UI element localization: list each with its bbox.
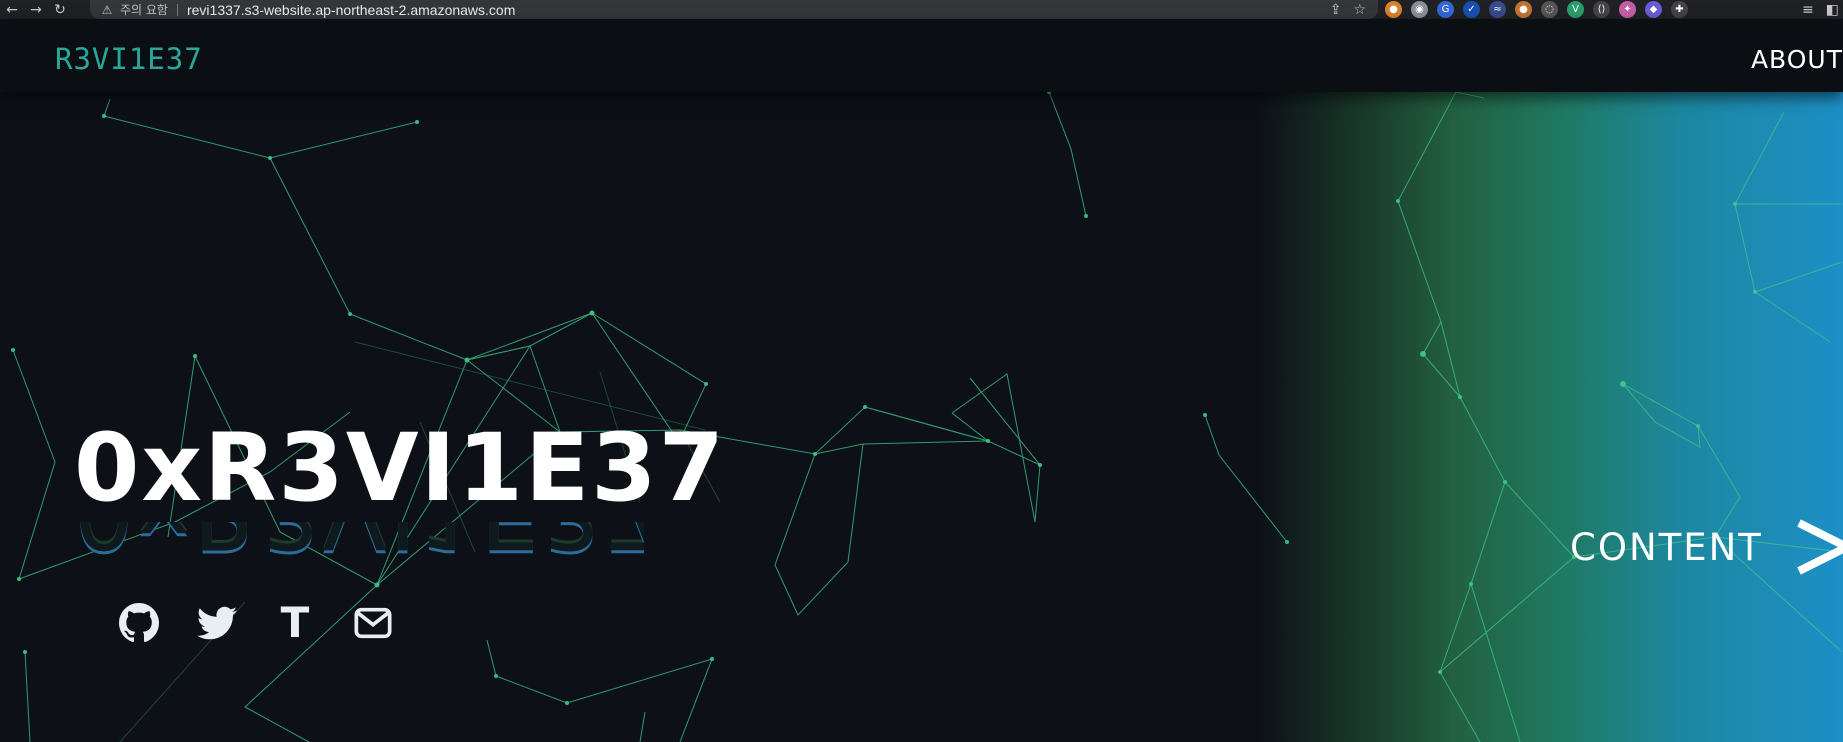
warning-icon[interactable]: ⚠ <box>100 3 114 17</box>
social-links: T <box>118 602 394 644</box>
github-icon[interactable] <box>118 602 160 644</box>
cookie-icon[interactable]: ● <box>1385 1 1402 18</box>
twitter-icon[interactable] <box>196 602 238 644</box>
chevron-right-icon <box>1797 519 1843 575</box>
mask-icon[interactable]: ◆ <box>1645 1 1662 18</box>
extensions-row: ● ◉ G ✓ ≈ ● ◌ V ⟨⟩ ✦ ◆ ✚ <box>1385 0 1688 19</box>
side-panel-icon[interactable]: ◧ <box>1826 2 1839 18</box>
hero-title: 0xR3VI1E37 <box>74 414 726 523</box>
wave-icon[interactable]: ≈ <box>1489 1 1506 18</box>
browser-toolbar: ← → ↻ ⚠ 주의 요함 revi1337.s3-website.ap-nor… <box>0 0 1843 19</box>
vue-icon[interactable]: V <box>1567 1 1584 18</box>
check-icon[interactable]: ✓ <box>1463 1 1480 18</box>
ninja-icon[interactable]: ◉ <box>1411 1 1428 18</box>
address-bar[interactable]: ⚠ 주의 요함 revi1337.s3-website.ap-northeast… <box>90 0 1378 19</box>
media-queue-icon[interactable]: ≡ <box>1802 2 1814 18</box>
puzzle-icon[interactable]: ✚ <box>1671 1 1688 18</box>
site-logo[interactable]: R3VI1E37 <box>55 42 203 76</box>
security-label[interactable]: 주의 요함 <box>120 1 168 18</box>
hero-title-reflection: 0xR3VI1E37 <box>74 522 644 558</box>
omnibox-divider <box>176 3 178 16</box>
content-label: CONTENT <box>1570 525 1763 569</box>
rainbow-icon[interactable]: ✦ <box>1619 1 1636 18</box>
content-link[interactable]: CONTENT <box>1570 517 1843 577</box>
bracket-icon[interactable]: ⟨⟩ <box>1593 1 1610 18</box>
tistory-glyph: T <box>280 598 310 647</box>
bookmark-star-icon[interactable]: ☆ <box>1353 2 1366 18</box>
reload-circle-icon[interactable]: ◌ <box>1541 1 1558 18</box>
site-header: R3VI1E37 ABOUT <box>0 19 1843 92</box>
nav-about-link[interactable]: ABOUT <box>1751 45 1843 74</box>
reload-icon[interactable]: ↻ <box>48 0 72 19</box>
url-text[interactable]: revi1337.s3-website.ap-northeast-2.amazo… <box>187 2 515 18</box>
hero-section: 0xR3VI1E37 0xR3VI1E37 T CONTENT <box>0 92 1843 742</box>
cookie2-icon[interactable]: ● <box>1515 1 1532 18</box>
hero-title-reflection-text: 0xR3VI1E37 <box>74 522 644 558</box>
back-icon[interactable]: ← <box>0 0 24 19</box>
tistory-icon[interactable]: T <box>274 602 316 644</box>
mail-icon[interactable] <box>352 602 394 644</box>
translate-icon[interactable]: G <box>1437 1 1454 18</box>
forward-icon[interactable]: → <box>24 0 48 19</box>
share-icon[interactable]: ⇪ <box>1330 2 1342 18</box>
